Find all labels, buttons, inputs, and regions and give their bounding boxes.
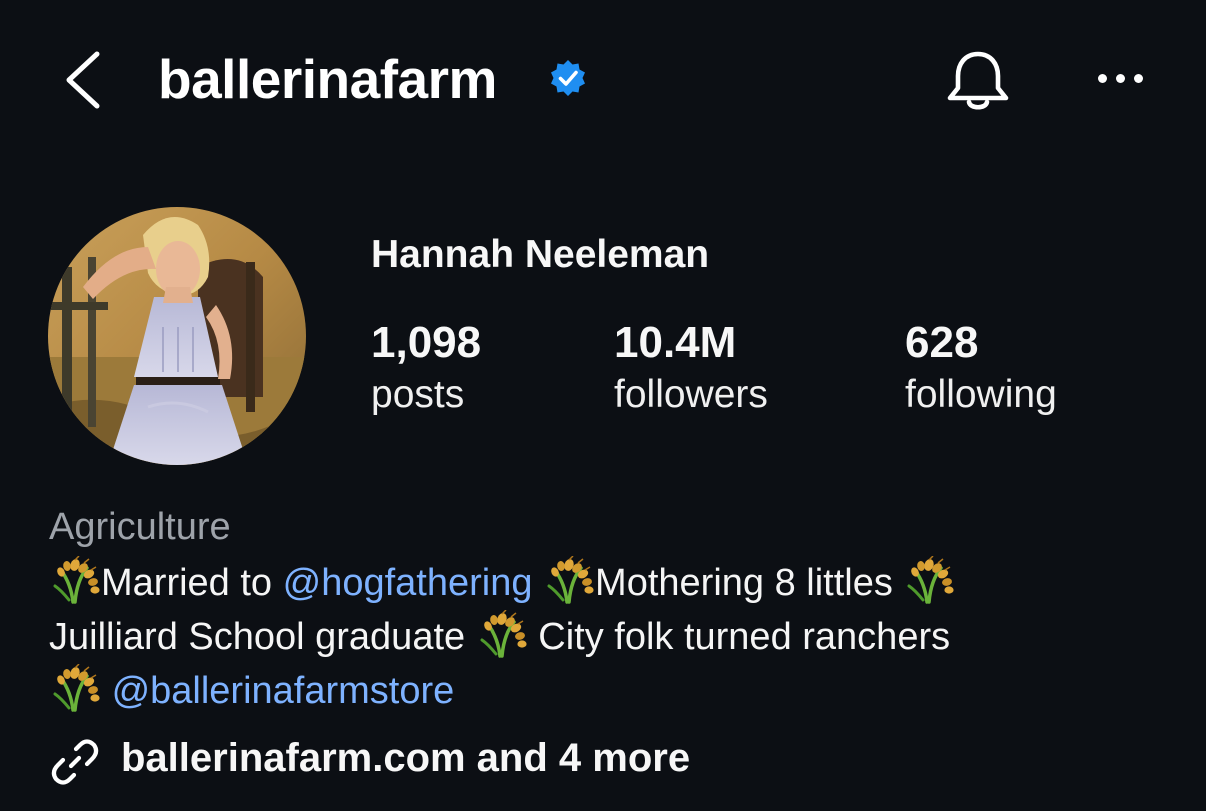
bio-text: [532, 562, 543, 604]
verified-badge-icon: [551, 60, 585, 96]
profile-username: ballerinafarm: [158, 48, 497, 110]
following-label: following: [905, 373, 1057, 416]
bio-text: Mothering 8 littles: [595, 562, 904, 604]
profile-category: Agriculture: [49, 506, 231, 548]
posts-count: 1,098: [371, 318, 482, 367]
bio-text: City folk turned ranchers: [527, 616, 951, 658]
profile-page: ballerinafarm Hannah Neeleman 1,098 post…: [0, 0, 1206, 811]
posts-stat[interactable]: 1,098 posts: [371, 316, 481, 420]
profile-avatar[interactable]: [48, 207, 306, 465]
bio-line-2: Juilliard School graduate City folk turn…: [49, 610, 950, 662]
sheaf-of-rice-icon: [547, 556, 596, 604]
sheaf-of-rice-icon: [53, 556, 101, 604]
display-name: Hannah Neeleman: [371, 233, 710, 276]
bio-text: Married to: [101, 562, 283, 604]
bio-text: Juilliard School graduate: [49, 616, 476, 658]
following-stat[interactable]: 628 following: [905, 316, 1057, 420]
bio-line-1: Married to @hogfathering Mothering 8 lit…: [49, 556, 956, 608]
profile-photo: [48, 207, 306, 465]
mention-hogfathering-link[interactable]: @hogfathering: [283, 562, 533, 604]
sheaf-of-rice-icon: [907, 556, 956, 604]
external-link-text: ballerinafarm.com and 4 more: [121, 736, 691, 780]
posts-label: posts: [371, 373, 465, 416]
chevron-left-icon: [66, 51, 100, 109]
mention-ballerinafarmstore-link[interactable]: @ballerinafarmstore: [112, 670, 455, 712]
bell-icon: [947, 51, 1009, 110]
link-icon: [51, 739, 99, 785]
more-horizontal-icon: [1092, 62, 1156, 94]
sheaf-of-rice-icon: [479, 610, 528, 658]
bio-text: [101, 670, 112, 712]
followers-count: 10.4M: [614, 318, 737, 367]
sheaf-of-rice-icon: [53, 664, 101, 712]
bio-line-3: @ballerinafarmstore: [49, 664, 454, 716]
followers-stat[interactable]: 10.4M followers: [614, 316, 768, 420]
following-count: 628: [905, 318, 979, 367]
notifications-button[interactable]: [943, 46, 1013, 116]
back-button[interactable]: [55, 48, 115, 112]
followers-label: followers: [614, 373, 768, 416]
more-options-button[interactable]: [1092, 62, 1156, 94]
profile-header: ballerinafarm: [0, 0, 1206, 160]
